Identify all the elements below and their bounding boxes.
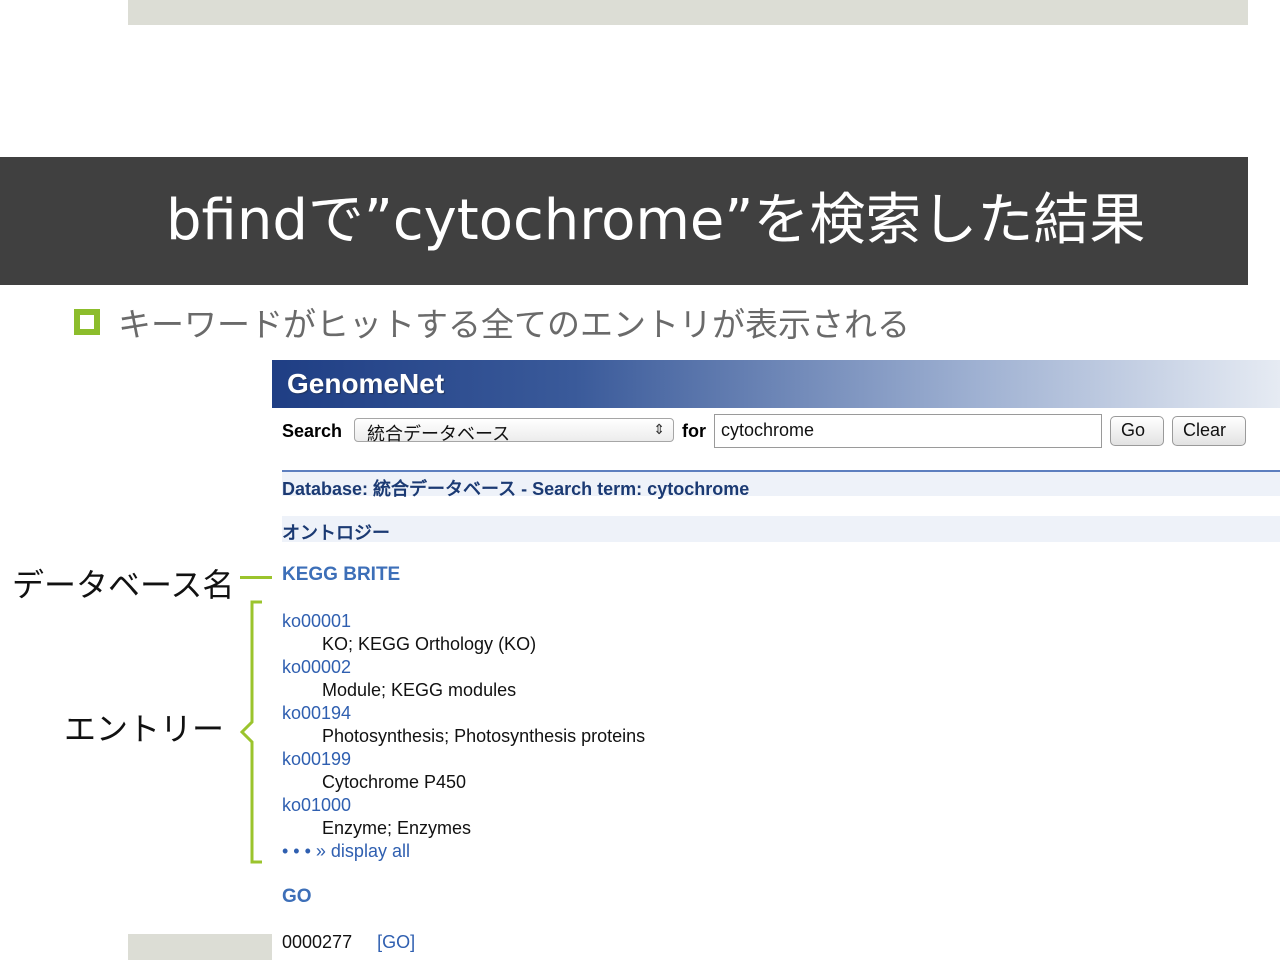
- go-button[interactable]: Go: [1110, 416, 1164, 446]
- clear-button[interactable]: Clear: [1172, 416, 1246, 446]
- genomenet-screenshot: GenomeNet Search 統合データベース ⇕ for cytochro…: [272, 358, 1280, 960]
- bottom-decor-band: [128, 934, 273, 960]
- select-arrows-icon: ⇕: [653, 421, 665, 437]
- entry-description: Cytochrome P450: [322, 772, 467, 792]
- database-link-go[interactable]: GO: [282, 886, 312, 908]
- search-label: Search: [282, 421, 343, 441]
- go-entry-tag[interactable]: [GO]: [377, 932, 415, 952]
- slide-title: bfindで”cytochrome”を検索した結果: [166, 188, 1146, 253]
- go-entry-id[interactable]: 0000277: [282, 932, 352, 952]
- display-all-link[interactable]: • • • » display all: [282, 840, 982, 863]
- for-label: for: [682, 421, 706, 441]
- entry-id-link[interactable]: ko00002: [282, 656, 982, 679]
- search-form: Search 統合データベース ⇕ for cytochrome Go Clea…: [282, 414, 1272, 448]
- search-term-input[interactable]: cytochrome: [714, 414, 1102, 448]
- entry-description: Module; KEGG modules: [322, 680, 517, 700]
- entry-list: ko00001 KO; KEGG Orthology (KO) ko00002 …: [282, 610, 982, 863]
- database-link-kegg-brite[interactable]: KEGG BRITE: [282, 564, 400, 586]
- entry-description: KO; KEGG Orthology (KO): [322, 634, 537, 654]
- go-entry-row: 0000277 [GO]: [282, 932, 415, 953]
- bullet-item: キーワードがヒットする全てのエントリが表示される: [74, 300, 910, 344]
- entry-description: Photosynthesis; Photosynthesis proteins: [322, 726, 646, 746]
- entry-id-link[interactable]: ko00001: [282, 610, 982, 633]
- top-decor-band: [128, 0, 1248, 25]
- square-bullet-icon: [74, 309, 100, 335]
- annotation-connector-line: [240, 576, 272, 579]
- bullet-text: キーワードがヒットする全てのエントリが表示される: [118, 305, 910, 344]
- annotation-database-name: データベース名: [12, 566, 235, 604]
- entry-description: Enzyme; Enzymes: [322, 818, 472, 838]
- result-summary: Database: 統合データベース - Search term: cytoch…: [282, 470, 1280, 499]
- entry-id-link[interactable]: ko00194: [282, 702, 982, 725]
- entry-id-link[interactable]: ko01000: [282, 794, 982, 817]
- annotation-entry: エントリー: [64, 710, 225, 748]
- database-select-value: 統合データベース: [367, 424, 511, 444]
- entry-id-link[interactable]: ko00199: [282, 748, 982, 771]
- genomenet-header: GenomeNet: [272, 360, 1280, 408]
- genomenet-logo[interactable]: GenomeNet: [287, 368, 444, 400]
- database-select[interactable]: 統合データベース ⇕: [354, 418, 674, 444]
- section-ontology: オントロジー: [282, 516, 1280, 543]
- entry-bracket: [239, 600, 262, 864]
